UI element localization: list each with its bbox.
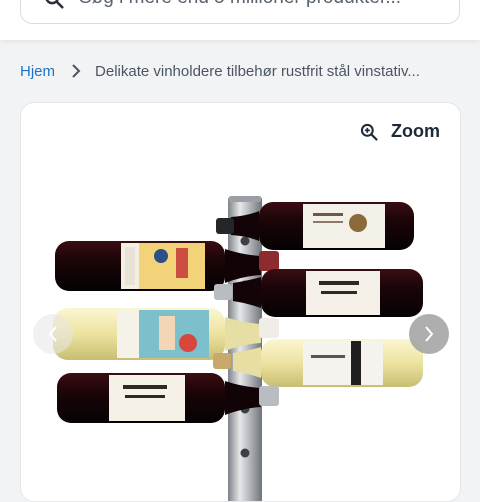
gallery-prev-button[interactable] [33, 314, 73, 354]
breadcrumb-home-link[interactable]: Hjem [20, 63, 55, 80]
chevron-right-icon [72, 64, 81, 78]
product-gallery: Zoom [20, 102, 461, 502]
zoom-button[interactable]: Zoom [359, 121, 440, 142]
breadcrumb-current: Delikate vinholdere tilbehør rustfrit st… [95, 62, 420, 80]
search-bar[interactable] [20, 0, 460, 24]
chevron-right-icon [425, 326, 434, 342]
gallery-next-button[interactable] [409, 314, 449, 354]
chevron-left-icon [48, 326, 57, 342]
zoom-in-icon [360, 123, 378, 141]
breadcrumb: Hjem Delikate vinholdere tilbehør rustfr… [20, 58, 470, 84]
search-input[interactable] [79, 0, 449, 13]
search-icon [45, 0, 64, 9]
zoom-label: Zoom [391, 121, 440, 141]
top-header [0, 0, 480, 40]
product-image[interactable] [21, 103, 461, 502]
